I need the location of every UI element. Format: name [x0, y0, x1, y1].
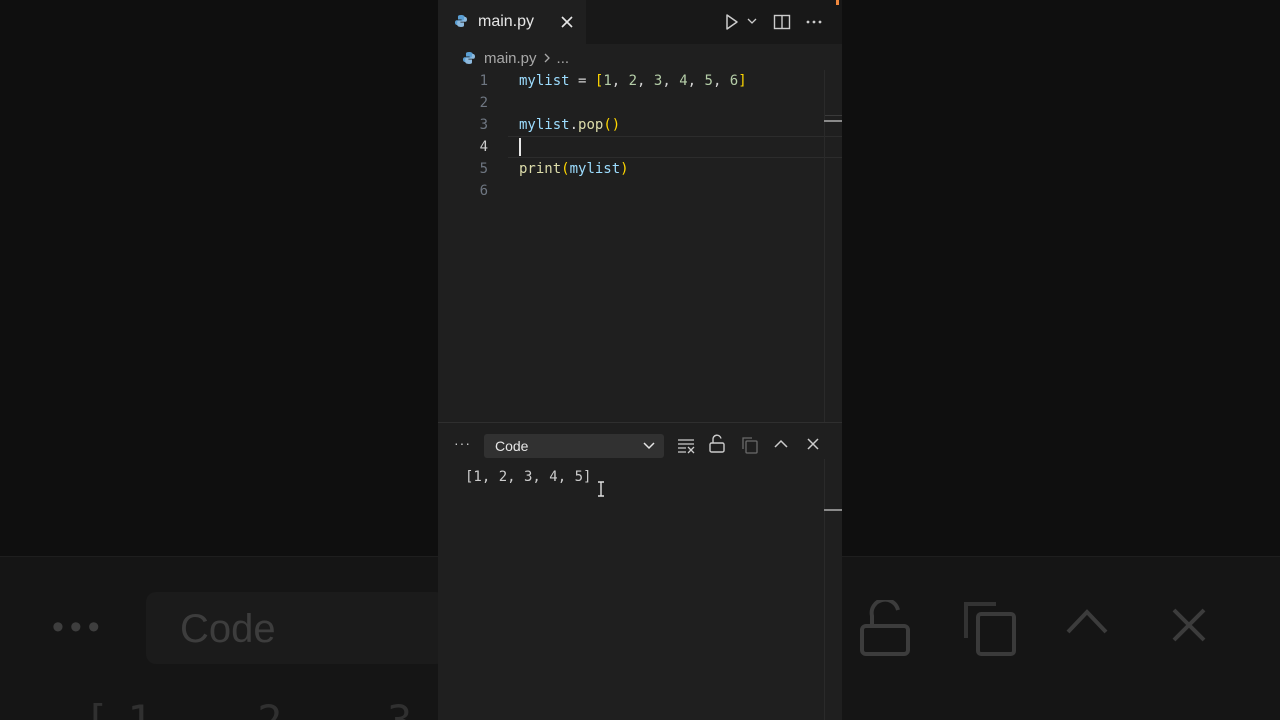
line-number: 6 — [479, 183, 488, 199]
chevron-down-icon[interactable] — [746, 16, 758, 26]
code-text: print(mylist) — [519, 158, 629, 180]
editor-scrollbar[interactable] — [824, 70, 842, 422]
close-panel-icon[interactable] — [804, 435, 822, 453]
code-token: mylist — [519, 117, 570, 133]
text-cursor — [519, 138, 521, 156]
clear-output-icon[interactable] — [676, 435, 696, 455]
code-token: , — [712, 73, 730, 89]
code-text: mylist = [1, 2, 3, 4, 5, 6] — [519, 70, 747, 92]
output-scroll-marker — [824, 509, 842, 511]
output-scrollbar[interactable] — [824, 459, 842, 720]
chevron-right-icon — [544, 53, 550, 63]
breadcrumb-more[interactable]: ... — [557, 50, 570, 67]
background-select-label: Code — [180, 607, 276, 651]
code-token: ( — [561, 161, 570, 177]
background-lock-icon — [860, 600, 910, 656]
code-token: , — [687, 73, 705, 89]
code-token: () — [603, 117, 621, 133]
code-editor-window: main.py main.py ... 1 mylist = [1, 2, 3,… — [438, 0, 842, 720]
line-number: 4 — [479, 139, 488, 155]
line-number: 1 — [479, 73, 488, 89]
background-dots: ••• — [52, 608, 106, 646]
code-line[interactable]: 3 mylist.pop() — [438, 114, 842, 136]
code-token: mylist — [569, 161, 621, 177]
code-line[interactable]: 6 — [438, 180, 842, 202]
panel-more-icon[interactable]: ··· — [454, 435, 471, 451]
code-token: mylist — [519, 73, 570, 89]
output-text[interactable]: [1, 2, 3, 4, 5] — [465, 467, 591, 487]
code-token: 2 — [628, 73, 638, 89]
code-token: 5 — [704, 73, 713, 89]
close-icon[interactable] — [558, 13, 576, 31]
channel-chevron-icon — [643, 442, 655, 450]
code-token: 6 — [729, 73, 739, 89]
code-text: mylist.pop() — [519, 114, 620, 136]
code-token: , — [662, 73, 680, 89]
tab-bar-accent — [836, 0, 839, 5]
code-token: 1 — [603, 73, 612, 89]
more-actions-icon[interactable] — [804, 12, 824, 32]
scroll-position-marker — [824, 120, 842, 122]
copy-icon[interactable] — [740, 435, 760, 455]
code-token: 4 — [679, 73, 688, 89]
tab-label: main.py — [478, 13, 535, 30]
background-close-icon — [1172, 608, 1206, 642]
maximize-icon[interactable] — [772, 436, 790, 452]
tab-bar: main.py — [438, 0, 842, 44]
split-editor-icon[interactable] — [772, 12, 792, 32]
line-number: 3 — [479, 117, 488, 133]
background-chevron-up-icon — [1066, 609, 1108, 634]
code-token: , — [611, 73, 629, 89]
code-line[interactable]: 4 — [438, 136, 842, 158]
code-token: print — [519, 161, 562, 177]
code-token: ) — [620, 161, 629, 177]
current-line-highlight — [508, 136, 842, 158]
breadcrumb: main.py ... — [462, 48, 569, 68]
lock-icon[interactable] — [708, 434, 726, 454]
code-token: ] — [738, 73, 747, 89]
text-cursor-icon — [598, 481, 604, 497]
code-area[interactable]: 1 mylist = [1, 2, 3, 4, 5, 6] 2 3 mylist.pop… — [438, 70, 842, 422]
output-panel: ··· Code [1, 2, 3, 4, 5] — [438, 422, 842, 720]
code-token: . — [569, 117, 579, 133]
run-icon[interactable] — [724, 12, 740, 32]
overview-ruler-line — [825, 115, 842, 116]
code-token: pop — [578, 117, 604, 133]
background-copy-icon — [964, 602, 1016, 656]
python-file-icon — [455, 15, 467, 27]
python-file-icon — [463, 52, 475, 64]
tab-main-py[interactable]: main.py — [438, 0, 586, 44]
breadcrumb-file[interactable]: main.py — [484, 50, 537, 67]
code-line[interactable]: 1 mylist = [1, 2, 3, 4, 5, 6] — [438, 70, 842, 92]
code-line[interactable]: 2 — [438, 92, 842, 114]
line-number: 5 — [479, 161, 488, 177]
output-channel-select[interactable]: Code — [484, 434, 664, 458]
code-line[interactable]: 5 print(mylist) — [438, 158, 842, 180]
output-channel-label: Code — [495, 438, 529, 454]
line-number: 2 — [479, 95, 488, 111]
code-token: = — [569, 73, 595, 89]
code-token: , — [637, 73, 654, 89]
